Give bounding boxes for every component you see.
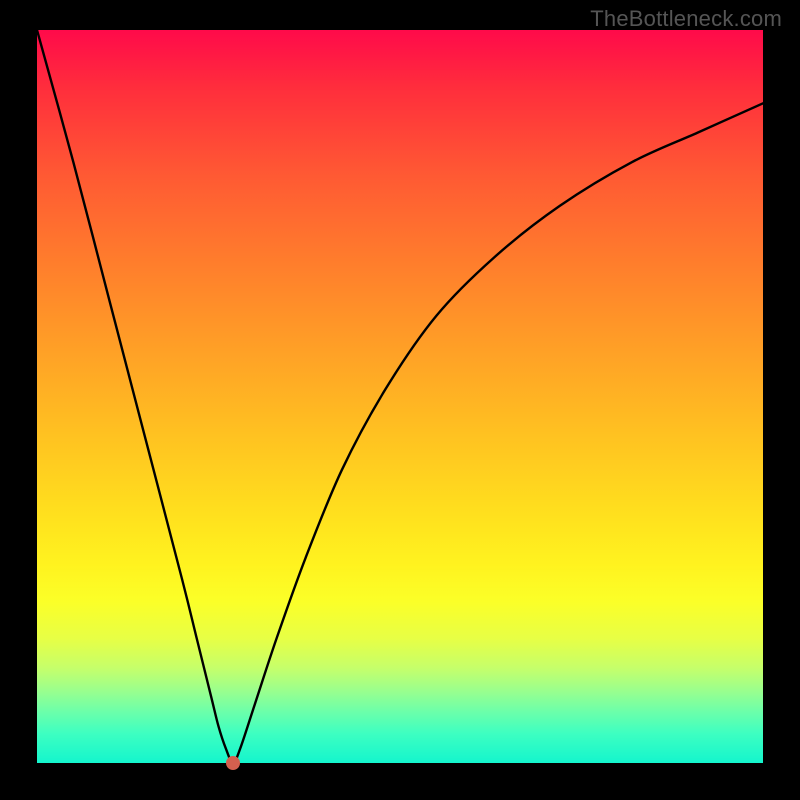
curve-svg <box>37 30 763 763</box>
chart-frame: TheBottleneck.com <box>0 0 800 800</box>
plot-area <box>37 30 763 763</box>
optimal-point-marker <box>226 756 240 770</box>
watermark-text: TheBottleneck.com <box>590 6 782 32</box>
bottleneck-curve <box>37 30 763 763</box>
